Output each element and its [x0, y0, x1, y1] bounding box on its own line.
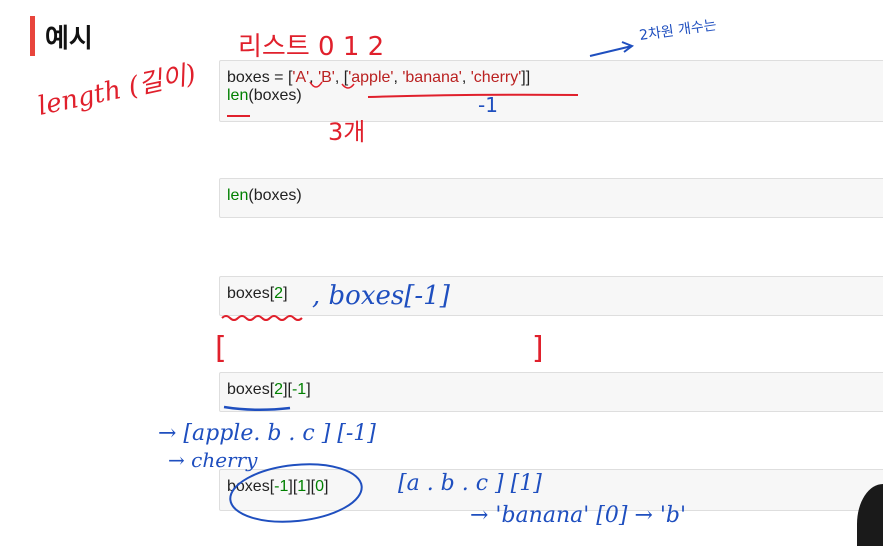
annotation-list-bracket: [ ] — [215, 331, 544, 366]
section-heading: 예시 — [30, 12, 93, 60]
annotation-expansion: → [apple. b . c ] [-1] — [158, 421, 376, 446]
annotation-list-labels: 리스트 0 1 2 — [238, 32, 384, 62]
code-token: ] — [306, 381, 311, 398]
code-token: 1 — [297, 478, 307, 495]
code-token: boxes — [227, 285, 270, 302]
code-token: ] — [323, 478, 329, 495]
code-line: len(boxes) — [227, 87, 881, 105]
heading-title: 예시 — [45, 23, 93, 54]
code-token: 0 — [315, 478, 324, 495]
code-cell-3[interactable]: boxes[2] — [219, 276, 883, 316]
code-line: boxes = ['A', 'B', ['apple', 'banana', '… — [227, 69, 881, 87]
code-token: boxes — [227, 381, 270, 398]
code-token: , — [393, 69, 403, 86]
code-line: boxes[2][-1] — [227, 381, 881, 399]
heading-accent-bar — [30, 16, 35, 56]
code-cell-1[interactable]: boxes = ['A', 'B', ['apple', 'banana', '… — [219, 60, 883, 122]
code-token: ][ — [283, 381, 292, 398]
code-token: ][ — [288, 478, 298, 495]
code-token: = [ — [269, 69, 293, 86]
code-token: 2 — [274, 381, 284, 398]
code-token: 'B' — [318, 69, 335, 86]
code-token: len — [227, 187, 249, 204]
code-line: boxes[2] — [227, 285, 881, 303]
wavy-underline-boxes2 — [221, 315, 303, 321]
code-token: 'cherry' — [470, 69, 522, 86]
code-token: 'A' — [292, 69, 310, 86]
code-token: ]] — [521, 69, 531, 86]
code-token: len — [227, 87, 249, 104]
code-token: boxes — [227, 69, 270, 86]
code-token: 'apple' — [348, 69, 394, 86]
code-token: -1 — [274, 478, 289, 495]
annotation-length: length (길이) — [35, 59, 198, 122]
code-token: , — [461, 69, 471, 86]
code-token: (boxes) — [248, 187, 302, 204]
arrow-second-dim — [589, 41, 635, 57]
code-token: -1 — [291, 381, 307, 398]
code-token: boxes — [227, 478, 270, 495]
code-token: , — [309, 69, 319, 86]
code-token: (boxes) — [248, 87, 302, 104]
code-line: boxes[-1][1][0] — [227, 478, 881, 496]
code-cell-2[interactable]: len(boxes) — [219, 178, 883, 218]
code-token: ][ — [306, 478, 316, 495]
code-token: , [ — [334, 69, 349, 86]
annotation-second-dim: 2차원 개수는 — [638, 17, 717, 44]
code-line: len(boxes) — [227, 187, 881, 205]
annotation-count: 3개 — [328, 118, 365, 146]
code-cell-4[interactable]: boxes[2][-1] — [219, 372, 883, 412]
code-token: ] — [283, 285, 288, 302]
code-token: 'banana' — [402, 69, 462, 86]
code-token: 2 — [274, 285, 284, 302]
code-cell-5[interactable]: boxes[-1][1][0] — [219, 469, 883, 511]
